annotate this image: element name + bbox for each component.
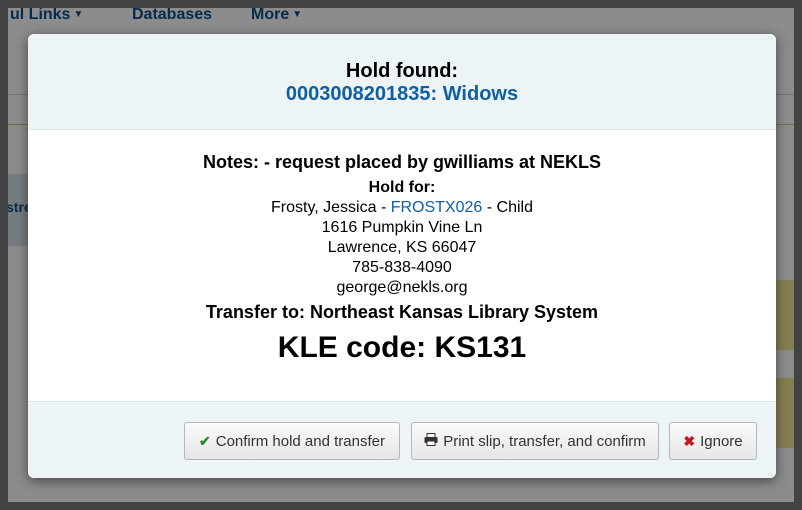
dialog-body: Notes: - request placed by gwilliams at … xyxy=(28,130,776,380)
hold-for-label: Hold for: xyxy=(368,179,436,196)
patron-category: Child xyxy=(496,199,533,216)
kle-code: KLE code: KS131 xyxy=(277,331,527,364)
hold-notes: Notes: - request placed by gwilliams at … xyxy=(202,152,602,172)
button-label: Ignore xyxy=(700,432,743,450)
patron-phone: 785-838-4090 xyxy=(352,259,452,276)
transfer-destination: Transfer to: Northeast Kansas Library Sy… xyxy=(205,302,599,322)
patron-email: george@nekls.org xyxy=(336,279,468,296)
patron-card-link[interactable]: FROSTX026 xyxy=(391,199,483,216)
dialog-title: Hold found: xyxy=(345,60,459,82)
separator: - xyxy=(376,199,391,216)
patron-line: Frosty, Jessica - FROSTX026 - Child xyxy=(28,198,776,218)
print-icon xyxy=(424,433,438,449)
separator: - xyxy=(482,199,497,216)
patron-address-line2: Lawrence, KS 66047 xyxy=(327,239,477,256)
patron-name: Frosty, Jessica xyxy=(271,199,377,216)
dialog-header: Hold found: 0003008201835: Widows xyxy=(28,34,776,130)
item-link[interactable]: 0003008201835: Widows xyxy=(286,82,518,106)
ignore-button[interactable]: ✖ Ignore xyxy=(669,422,757,460)
confirm-hold-transfer-button[interactable]: ✔ Confirm hold and transfer xyxy=(184,422,400,460)
patron-address-line1: 1616 Pumpkin Vine Ln xyxy=(321,219,483,236)
button-label: Confirm hold and transfer xyxy=(215,432,385,450)
dialog-footer: ✔ Confirm hold and transfer Print slip, … xyxy=(28,401,776,478)
close-icon: ✖ xyxy=(683,432,696,449)
hold-found-dialog: Hold found: 0003008201835: Widows Notes:… xyxy=(28,34,776,478)
button-label: Print slip, transfer, and confirm xyxy=(443,432,646,450)
check-icon: ✔ xyxy=(199,432,211,449)
print-slip-transfer-confirm-button[interactable]: Print slip, transfer, and confirm xyxy=(411,422,659,460)
